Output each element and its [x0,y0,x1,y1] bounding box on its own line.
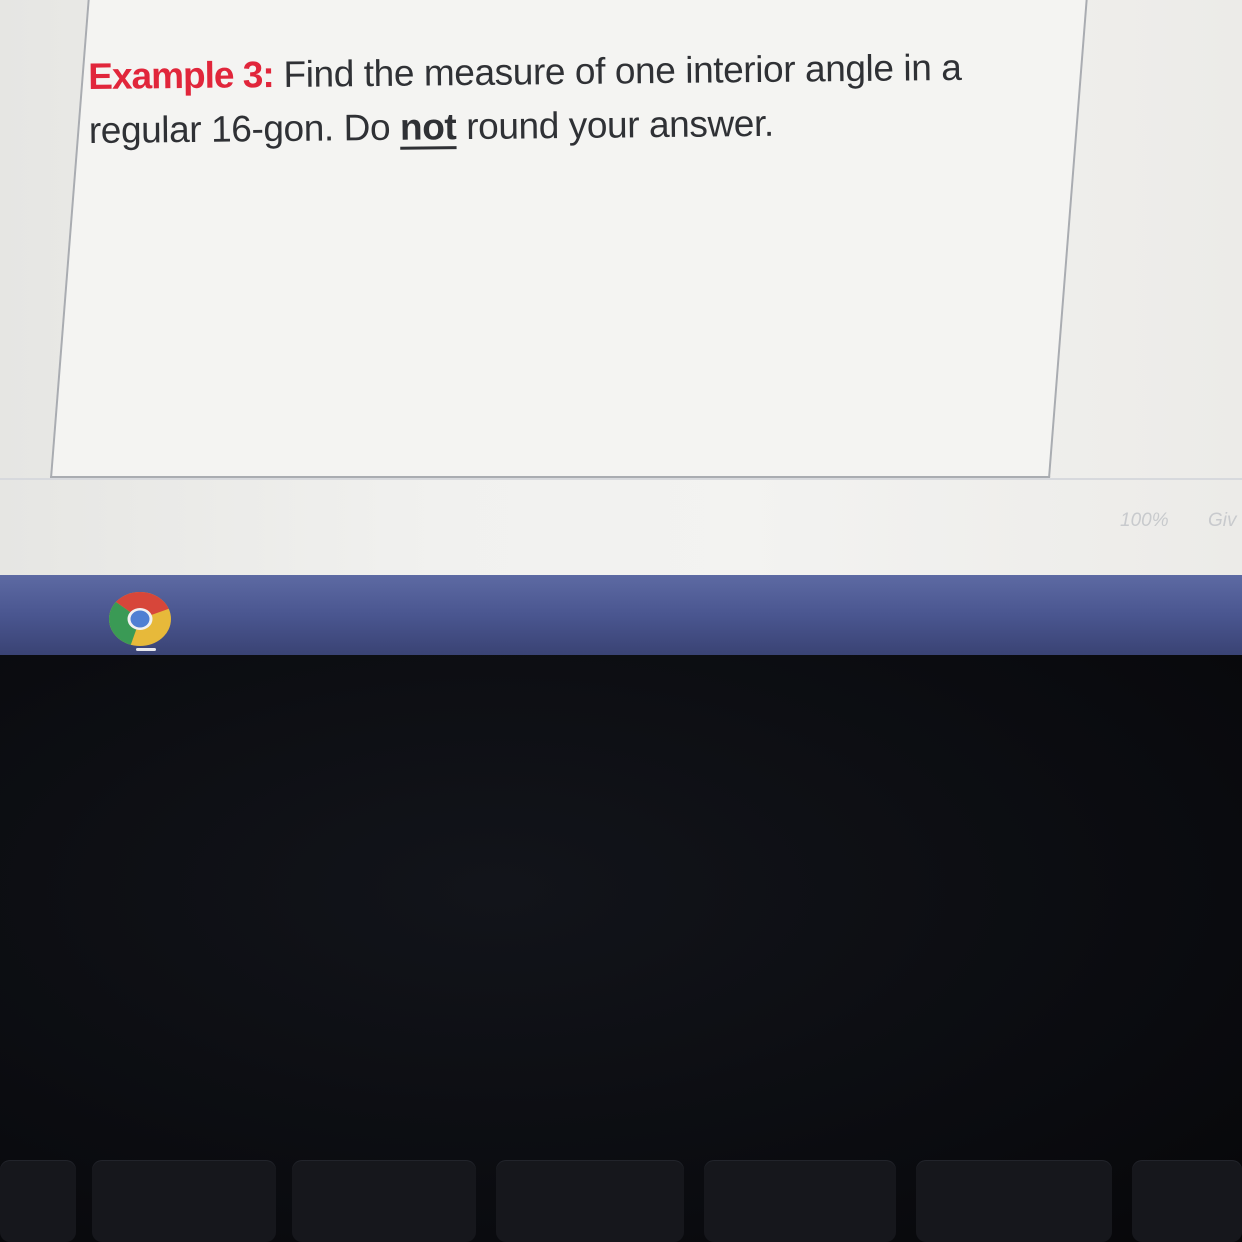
taskbar-shelf [0,575,1242,655]
shelf-item-chrome[interactable] [106,587,174,653]
keyboard-key [1132,1160,1242,1242]
keyboard-key [292,1160,476,1242]
problem-text-line-2-start: regular 16-gon. Do [88,106,401,151]
running-indicator [136,648,156,651]
example-label: Example 3: [88,54,274,97]
status-partial-text: Giv [1208,510,1237,531]
problem-text-line-2-end: round your answer. [456,102,774,148]
zoom-level[interactable]: 100% [1120,510,1169,532]
document-viewer: Example 3: Find the measure of one inter… [0,0,1242,575]
keyboard-key [496,1160,684,1242]
laptop-bezel [0,655,1242,1242]
page-edge [0,478,1242,480]
keyboard-key [704,1160,896,1242]
keyboard-key [916,1160,1112,1242]
example-problem-text: Example 3: Find the measure of one inter… [88,40,1049,158]
problem-text-line-1: Find the measure of one interior angle i… [273,46,962,96]
keyboard-key [0,1160,76,1242]
photo-of-screen: Example 3: Find the measure of one inter… [0,0,1242,1242]
chrome-icon [109,592,171,646]
keyboard-key [92,1160,276,1242]
emphasis-word: not [399,106,457,148]
